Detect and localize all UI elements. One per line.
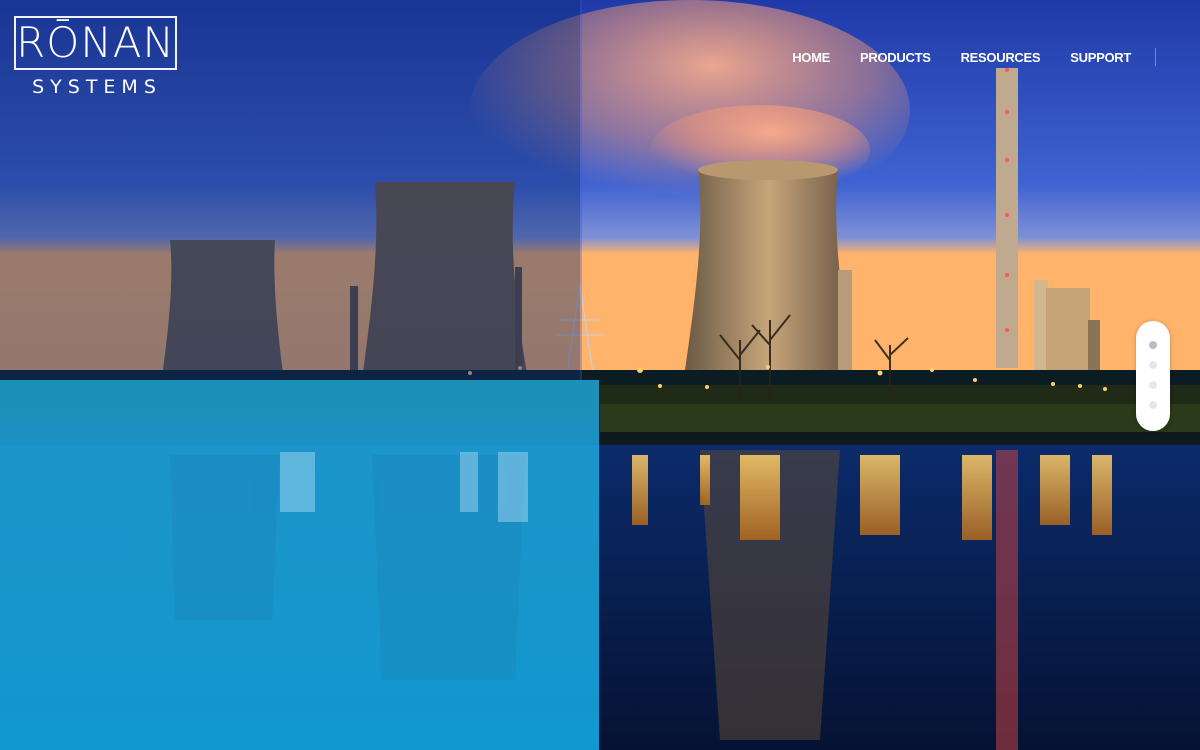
- nav-home[interactable]: HOME: [792, 50, 830, 65]
- slide-dot-3[interactable]: [1149, 381, 1157, 389]
- nav-resources[interactable]: RESOURCES: [961, 50, 1041, 65]
- logo-tagline: SYSTEMS: [32, 76, 162, 98]
- slide-dot-4[interactable]: [1149, 401, 1157, 409]
- hero-background-image: [0, 0, 1200, 750]
- nav-products[interactable]: PRODUCTS: [860, 50, 931, 65]
- main-navigation: HOME PRODUCTS RESOURCES SUPPORT: [762, 48, 1156, 66]
- brand-logo[interactable]: RŌNAN SYSTEMS: [14, 16, 180, 100]
- nav-support[interactable]: SUPPORT: [1070, 50, 1131, 65]
- slide-dot-2[interactable]: [1149, 361, 1157, 369]
- logo-wordmark: RŌNAN: [16, 18, 175, 67]
- hero-section: RŌNAN SYSTEMS HOME PRODUCTS RESOURCES SU…: [0, 0, 1200, 750]
- slide-dot-1[interactable]: [1149, 341, 1157, 349]
- nav-divider: [1155, 48, 1156, 66]
- slide-pager: [1136, 321, 1170, 431]
